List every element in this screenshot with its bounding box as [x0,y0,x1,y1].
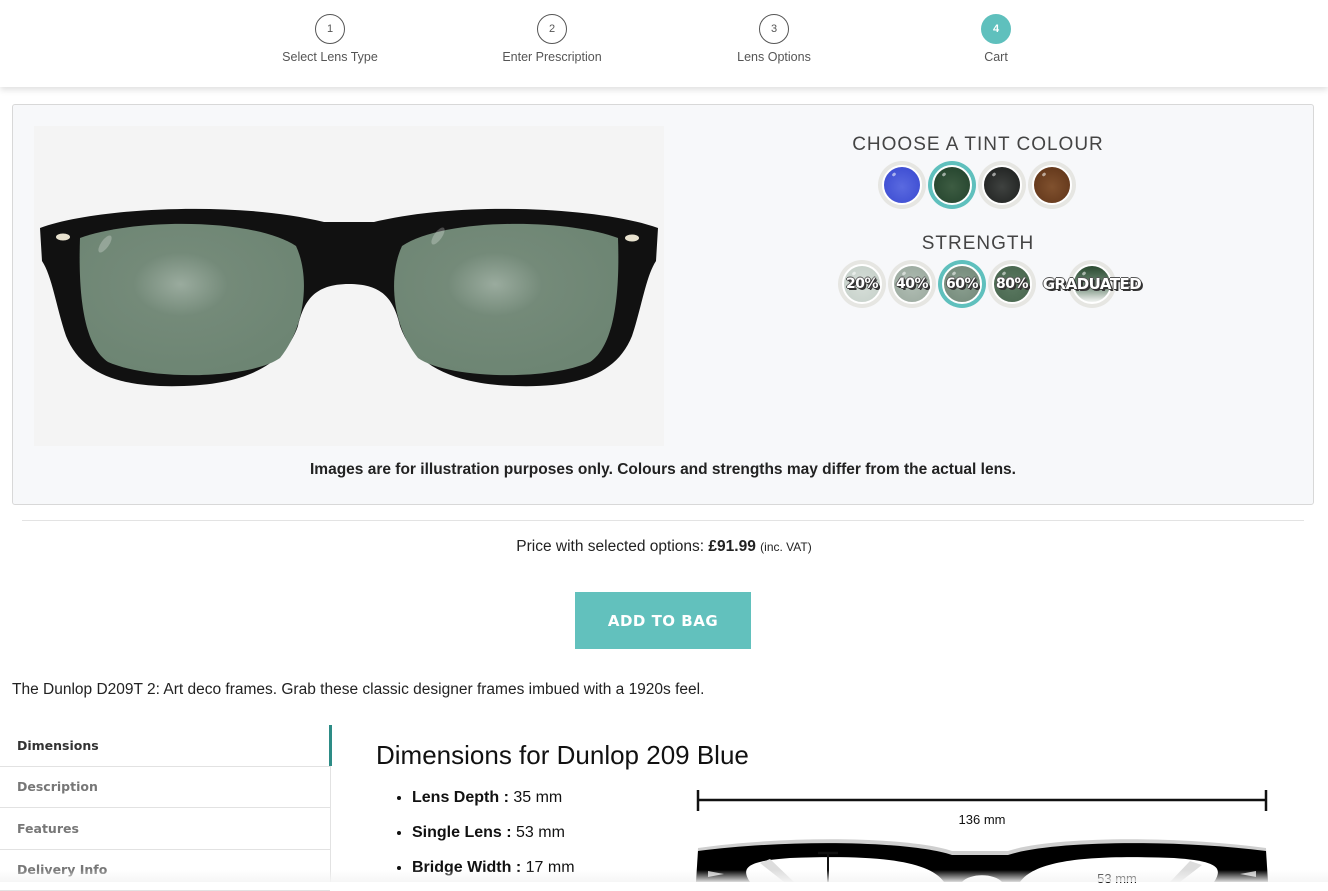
step-label: Enter Prescription [452,50,652,64]
strength-swatch-20[interactable]: 20% [838,260,886,308]
total-width-label: 136 mm [959,812,1006,827]
dimension-item: Bridge Width : 17 mm [412,855,575,890]
dimension-key: Lens Depth : [412,789,509,806]
dimension-key: Bridge Width : [412,859,521,876]
product-image-sunglasses [34,126,664,446]
right-lens [394,224,618,375]
step-enter-prescription[interactable]: 2 Enter Prescription [452,14,652,64]
product-info-tabs: Dimensions Description Features Delivery… [0,725,331,882]
strength-heading: STRENGTH [778,233,1178,255]
step-number: 3 [759,14,789,44]
step-label: Select Lens Type [230,50,430,64]
tint-swatch-brown[interactable] [1028,161,1076,209]
section-divider [22,520,1304,521]
strength-swatch-40[interactable]: 40% [888,260,936,308]
strength-swatch-80[interactable]: 80% [988,260,1036,308]
tab-features[interactable]: Features [0,808,330,850]
strength-swatch-60[interactable]: 60% [938,260,986,308]
step-number: 1 [315,14,345,44]
strength-label: 60% [946,276,978,292]
step-number: 2 [537,14,567,44]
vat-note: (inc. VAT) [760,540,812,554]
dimension-value: 35 mm [513,789,562,806]
dimension-item: Single Lens : 53 mm [412,820,575,855]
strength-label: 80% [996,276,1028,292]
image-disclaimer: Images are for illustration purposes onl… [13,461,1313,479]
tint-swatch-green[interactable] [928,161,976,209]
product-description: The Dunlop D209T 2: Art deco frames. Gra… [12,681,704,699]
strength-label: 20% [846,276,878,292]
dimension-value: 53 mm [516,824,565,841]
dimension-key: Single Lens : [412,824,512,841]
lens-width-label: 53 mm [1097,871,1137,886]
tab-delivery-info[interactable]: Delivery Info [0,850,330,891]
tab-dimensions[interactable]: Dimensions [0,725,330,767]
price-label: Price with selected options: [516,538,704,555]
strength-label: GRADUATED [1043,275,1142,293]
tab-description[interactable]: Description [0,767,330,809]
sunglasses-illustration [34,126,664,446]
left-lens [80,224,304,375]
strength-swatch-graduated[interactable]: GRADUATED [1068,260,1116,308]
add-to-bag-button[interactable]: ADD TO BAG [575,592,751,649]
step-label: Cart [896,50,1096,64]
frame-diagram-svg: 136 mm 53 mm [690,785,1280,882]
strength-label: 40% [896,276,928,292]
step-cart[interactable]: 4 Cart [896,14,1096,64]
frame-dimensions-diagram: 136 mm 53 mm [690,785,1280,882]
step-number: 4 [981,14,1011,44]
lens-options-panel: CHOOSE A TINT COLOUR STRENGTH 20% 40% 60… [12,104,1314,505]
dimension-item: Lens Depth : 35 mm [412,785,575,820]
tint-colour-heading: CHOOSE A TINT COLOUR [778,134,1178,156]
dimension-value: 17 mm [526,859,575,876]
tint-swatch-blue[interactable] [878,161,926,209]
dimensions-list: Lens Depth : 35 mm Single Lens : 53 mm B… [393,785,575,890]
tint-swatch-grey[interactable] [978,161,1026,209]
checkout-stepper: 1 Select Lens Type 2 Enter Prescription … [0,0,1328,87]
tint-colour-options [878,161,1076,209]
step-label: Lens Options [674,50,874,64]
step-lens-options[interactable]: 3 Lens Options [674,14,874,64]
price-amount: £91.99 [708,538,755,555]
price-summary: Price with selected options: £91.99 (inc… [0,538,1328,556]
step-select-lens-type[interactable]: 1 Select Lens Type [230,14,430,64]
strength-options: 20% 40% 60% 80% GRADUATED [838,260,1116,308]
dimensions-title: Dimensions for Dunlop 209 Blue [376,740,749,771]
